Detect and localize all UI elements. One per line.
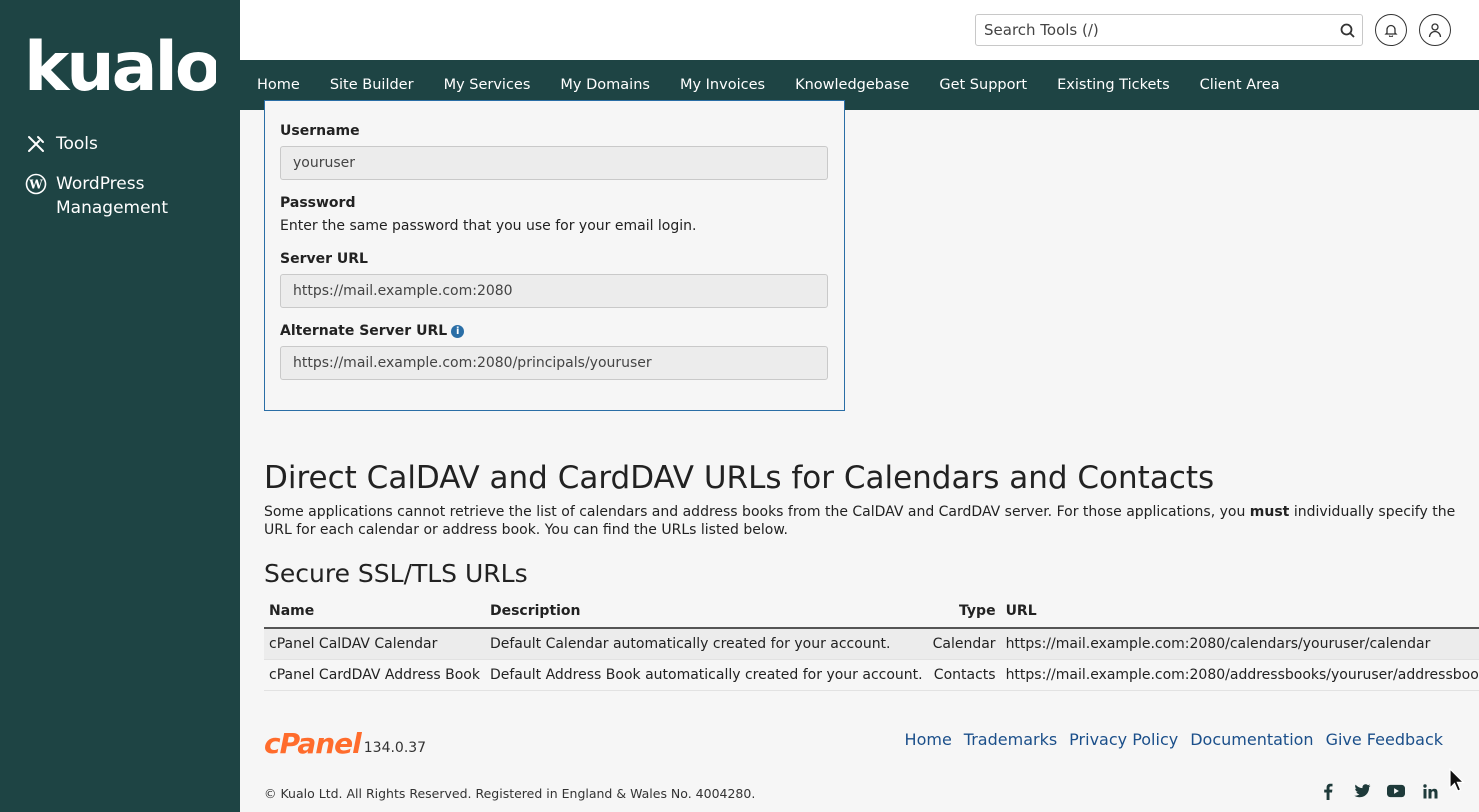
row-name: cPanel CalDAV Calendar <box>264 628 485 660</box>
secure-urls-table: Name Description Type URL cPanel CalDAV … <box>264 598 1479 691</box>
row-url[interactable]: https://mail.example.com:2080/addressboo… <box>1000 659 1479 691</box>
column-header-name: Name <box>264 598 485 629</box>
alt-server-url-label: Alternate Server URL <box>280 323 448 339</box>
alt-server-url-field[interactable] <box>280 346 828 380</box>
row-type: Calendar <box>927 628 1001 660</box>
search-box <box>975 14 1363 46</box>
password-label: Password <box>280 195 356 211</box>
alt-server-url-heading: Alternate Server URL i <box>280 323 465 339</box>
cpanel-logo[interactable]: cPanel <box>264 730 362 758</box>
nav-my-invoices[interactable]: My Invoices <box>680 77 765 93</box>
social-links <box>1303 782 1439 800</box>
server-url-label: Server URL <box>280 251 368 267</box>
table-row: cPanel CardDAV Address Book Default Addr… <box>264 659 1479 691</box>
footer-brand: cPanel 134.0.37 <box>264 730 426 758</box>
row-type: Contacts <box>927 659 1001 691</box>
row-name: cPanel CardDAV Address Book <box>264 659 485 691</box>
nav-knowledgebase[interactable]: Knowledgebase <box>795 77 909 93</box>
footer-link-give-feedback[interactable]: Give Feedback <box>1326 730 1443 749</box>
nav-get-support[interactable]: Get Support <box>939 77 1027 93</box>
column-header-type: Type <box>927 598 1001 629</box>
sidebar-item-tools[interactable]: Tools <box>24 132 98 156</box>
search-input[interactable] <box>976 15 1332 45</box>
cpanel-version: 134.0.37 <box>363 740 427 756</box>
search-icon[interactable] <box>1332 23 1362 38</box>
svg-text:W: W <box>28 178 43 192</box>
sidebar: kualo Tools W WordPress Management <box>0 0 240 812</box>
column-header-description: Description <box>484 598 928 629</box>
mouse-cursor-icon <box>1449 768 1465 792</box>
direct-urls-intro: Some applications cannot retrieve the li… <box>264 503 1464 539</box>
sidebar-item-label: Tools <box>56 134 98 154</box>
nav-my-services[interactable]: My Services <box>444 77 531 93</box>
wordpress-icon: W <box>24 172 48 196</box>
tools-icon <box>24 132 48 156</box>
copyright-text: © Kualo Ltd. All Rights Reserved. Regist… <box>264 786 756 801</box>
bell-icon <box>1384 24 1398 37</box>
sidebar-item-wordpress-management[interactable]: W WordPress Management <box>24 172 206 220</box>
intro-text: Some applications cannot retrieve the li… <box>264 504 1250 520</box>
logo-text: kualo <box>24 30 216 96</box>
nav-existing-tickets[interactable]: Existing Tickets <box>1057 77 1170 93</box>
row-description: Default Calendar automatically created f… <box>484 628 928 660</box>
kualo-logo[interactable]: kualo <box>24 30 216 96</box>
main-content: Username Password Enter the same passwor… <box>240 100 1479 812</box>
linkedin-icon[interactable] <box>1421 782 1439 800</box>
twitter-icon[interactable] <box>1353 782 1371 800</box>
footer-links: Home Trademarks Privacy Policy Documenta… <box>893 730 1443 749</box>
column-header-url: URL <box>1000 598 1479 629</box>
footer-link-privacy-policy[interactable]: Privacy Policy <box>1069 730 1178 749</box>
secure-urls-title: Secure SSL/TLS URLs <box>264 559 528 588</box>
nav-site-builder[interactable]: Site Builder <box>330 77 414 93</box>
nav-my-domains[interactable]: My Domains <box>560 77 650 93</box>
user-menu-button[interactable] <box>1419 14 1451 46</box>
facebook-icon[interactable] <box>1319 782 1337 800</box>
username-label: Username <box>280 123 360 139</box>
nav-home[interactable]: Home <box>257 77 300 93</box>
table-row: cPanel CalDAV Calendar Default Calendar … <box>264 628 1479 660</box>
user-icon <box>1428 23 1442 38</box>
footer-link-documentation[interactable]: Documentation <box>1190 730 1313 749</box>
footer-link-trademarks[interactable]: Trademarks <box>964 730 1057 749</box>
row-description: Default Address Book automatically creat… <box>484 659 928 691</box>
footer-link-home[interactable]: Home <box>905 730 952 749</box>
info-icon[interactable]: i <box>451 325 465 338</box>
server-url-field[interactable] <box>280 274 828 308</box>
direct-urls-title: Direct CalDAV and CardDAV URLs for Calen… <box>264 460 1215 496</box>
row-url[interactable]: https://mail.example.com:2080/calendars/… <box>1000 628 1479 660</box>
password-help: Enter the same password that you use for… <box>280 218 697 234</box>
intro-emphasis: must <box>1249 504 1290 520</box>
username-field[interactable] <box>280 146 828 180</box>
sidebar-item-label: WordPress Management <box>56 174 168 218</box>
top-bar <box>240 0 1479 60</box>
notifications-button[interactable] <box>1375 14 1407 46</box>
table-header-row: Name Description Type URL <box>264 598 1479 629</box>
youtube-icon[interactable] <box>1387 782 1405 800</box>
nav-client-area[interactable]: Client Area <box>1200 77 1280 93</box>
